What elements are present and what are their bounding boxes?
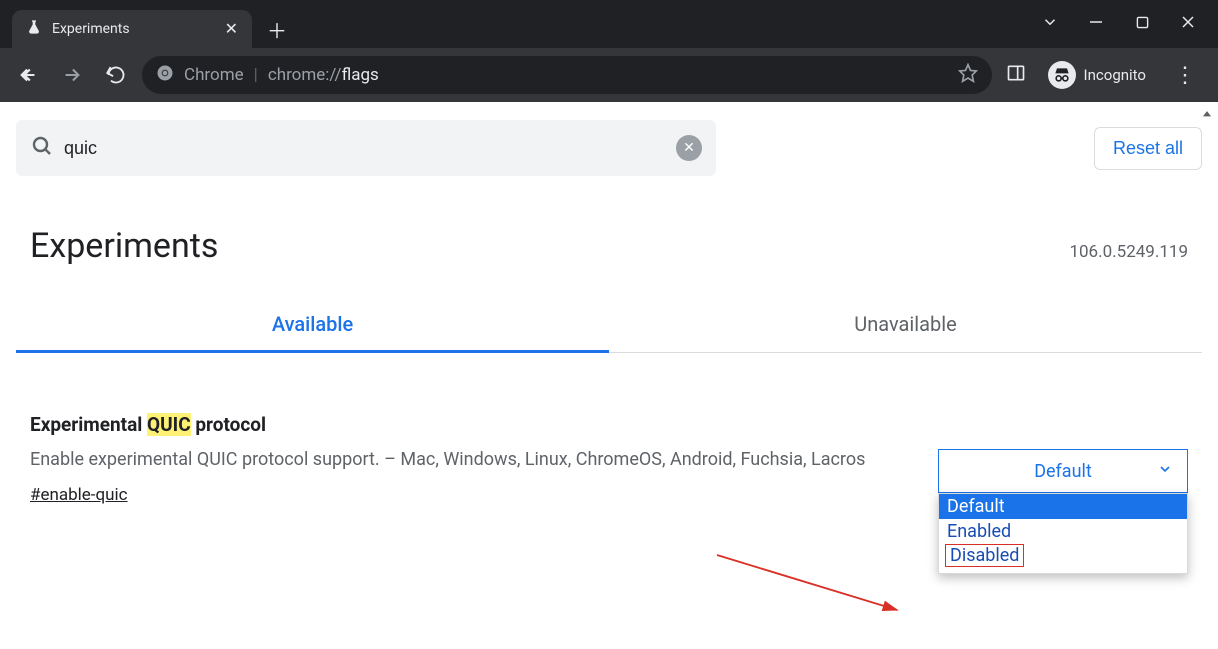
version-label: 106.0.5249.119 — [1069, 242, 1188, 262]
flask-icon — [26, 19, 42, 39]
incognito-label: Incognito — [1084, 66, 1146, 84]
window-controls — [1020, 0, 1218, 44]
window-close-icon[interactable] — [1178, 12, 1198, 32]
clear-search-icon[interactable]: ✕ — [676, 135, 702, 161]
reload-button[interactable] — [98, 57, 134, 93]
annotation-arrow — [712, 550, 922, 630]
search-icon — [30, 134, 54, 162]
flag-id-link[interactable]: #enable-quic — [30, 485, 128, 505]
incognito-icon — [1048, 61, 1076, 89]
chevron-down-icon[interactable] — [1040, 12, 1060, 32]
search-input[interactable] — [64, 138, 666, 159]
new-tab-button[interactable]: ＋ — [262, 14, 292, 44]
panel-icon[interactable] — [1006, 63, 1026, 87]
tab-title: Experiments — [52, 21, 130, 37]
option-disabled[interactable]: Disabled — [945, 544, 1024, 567]
close-tab-icon[interactable]: ✕ — [225, 21, 238, 37]
omnibox-label: Chrome — [184, 65, 244, 85]
chrome-logo-icon — [156, 64, 174, 87]
bookmark-star-icon[interactable] — [958, 63, 978, 88]
browser-tab[interactable]: Experiments ✕ — [12, 10, 252, 48]
page-title: Experiments — [30, 226, 218, 266]
page-content: ✕ Reset all Experiments 106.0.5249.119 A… — [0, 102, 1218, 649]
flag-item: Experimental QUIC protocol Enable experi… — [16, 413, 1202, 505]
omnibox-prefix: chrome:// — [268, 65, 342, 85]
scroll-up-icon[interactable] — [1200, 106, 1214, 120]
flag-tabs: Available Unavailable — [16, 312, 1202, 353]
tab-unavailable[interactable]: Unavailable — [609, 312, 1202, 353]
forward-button[interactable] — [54, 57, 90, 93]
reset-all-button[interactable]: Reset all — [1094, 127, 1202, 170]
minimize-icon[interactable] — [1086, 12, 1106, 32]
omnibox-path: flags — [342, 65, 379, 85]
omnibox-sep: | — [254, 65, 258, 85]
flag-select[interactable]: Default — [938, 449, 1188, 493]
omnibox[interactable]: Chrome | chrome://flags — [142, 56, 992, 94]
option-enabled[interactable]: Enabled — [939, 519, 1187, 544]
back-button[interactable] — [10, 57, 46, 93]
maximize-icon[interactable] — [1132, 12, 1152, 32]
menu-kebab-icon[interactable]: ⋮ — [1168, 63, 1202, 88]
option-default[interactable]: Default — [939, 494, 1187, 519]
search-flags-box[interactable]: ✕ — [16, 120, 716, 176]
chevron-down-icon — [1157, 461, 1173, 482]
tab-available[interactable]: Available — [16, 312, 609, 353]
flag-description: Enable experimental QUIC protocol suppor… — [30, 446, 880, 473]
incognito-badge[interactable]: Incognito — [1038, 57, 1156, 93]
toolbar: Chrome | chrome://flags Incognito ⋮ — [0, 48, 1218, 102]
search-highlight: QUIC — [147, 413, 191, 436]
titlebar: Experiments ✕ ＋ — [0, 0, 1218, 48]
flag-select-dropdown[interactable]: Default Enabled Disabled — [938, 493, 1188, 574]
flag-title: Experimental QUIC protocol — [30, 413, 918, 436]
flag-select-value: Default — [1034, 461, 1092, 482]
